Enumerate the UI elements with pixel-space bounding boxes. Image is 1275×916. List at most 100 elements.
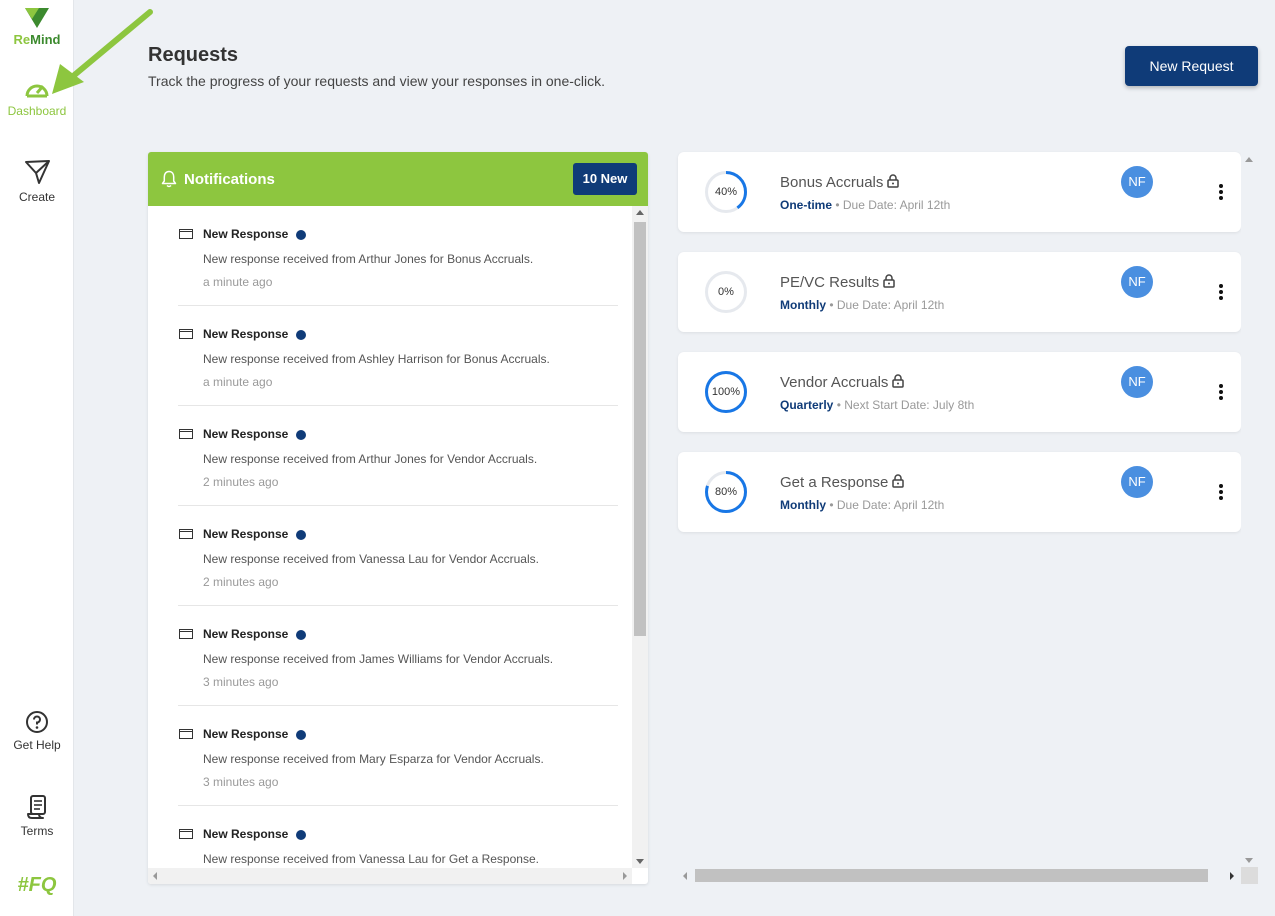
unread-dot [296, 230, 306, 240]
notification-item[interactable]: New Response New response received from … [178, 206, 618, 306]
new-count-badge[interactable]: 10 New [573, 163, 637, 195]
bell-icon [161, 170, 177, 188]
question-circle-icon [26, 711, 48, 733]
annotation-arrow-icon [52, 9, 153, 94]
request-frequency: Quarterly [780, 398, 834, 412]
notifications-header: Notifications 10 New [148, 152, 648, 206]
unread-dot [296, 330, 306, 340]
progress-percent: 40% [714, 186, 738, 198]
more-options-icon[interactable] [1215, 284, 1227, 300]
envelope-icon [179, 729, 193, 739]
more-options-icon[interactable] [1215, 184, 1227, 200]
lock-icon [892, 374, 905, 388]
progress-percent: 80% [714, 486, 738, 498]
page-title: Requests [148, 44, 239, 66]
unread-dot [296, 730, 306, 740]
page-subtitle: Track the progress of your requests and … [148, 73, 606, 89]
scroll-right-icon[interactable] [1230, 872, 1234, 880]
scroll-left-icon[interactable] [683, 872, 687, 880]
notification-item[interactable]: New Response New response received from … [178, 506, 618, 606]
scroll-down-icon[interactable] [1245, 858, 1253, 863]
avatar[interactable]: NF [1121, 266, 1153, 298]
sidebar: ReMind Dashboard Create Get Help Terms #… [0, 0, 74, 916]
notification-item[interactable]: New Response New response received from … [178, 806, 618, 868]
notification-message: New response received from Vanessa Lau f… [203, 852, 539, 866]
request-frequency: Monthly [780, 298, 826, 312]
notification-message: New response received from Arthur Jones … [203, 252, 534, 266]
request-date: Due Date: April 12th [842, 198, 951, 212]
paper-plane-icon [25, 160, 50, 184]
request-meta: Monthly • Due Date: April 12th [780, 298, 945, 312]
request-card[interactable]: 80% Get a Response Monthly • Due Date: A… [678, 452, 1241, 532]
request-meta: Quarterly • Next Start Date: July 8th [780, 398, 975, 412]
envelope-icon [179, 429, 193, 439]
envelope-icon [179, 229, 193, 239]
scroll-up-icon[interactable] [1245, 157, 1253, 162]
avatar[interactable]: NF [1121, 466, 1153, 498]
request-date: Next Start Date: July 8th [844, 398, 975, 412]
notification-item[interactable]: New Response New response received from … [178, 606, 618, 706]
envelope-icon [179, 829, 193, 839]
request-date: Due Date: April 12th [836, 298, 945, 312]
sidebar-item-terms[interactable]: Terms [0, 794, 74, 838]
scrollbar-thumb[interactable] [695, 869, 1208, 882]
scroll-up-icon[interactable] [636, 210, 644, 215]
avatar[interactable]: NF [1121, 366, 1153, 398]
notification-title: New Response [203, 427, 289, 441]
fq-logo: #FQ [17, 874, 57, 896]
sidebar-item-label: Get Help [13, 738, 61, 752]
progress-percent: 0% [718, 286, 734, 298]
notifications-title: Notifications [184, 171, 275, 188]
request-meta: One-time • Due Date: April 12th [780, 198, 951, 212]
lock-icon [887, 174, 900, 188]
more-options-icon[interactable] [1215, 484, 1227, 500]
notification-time: 3 minutes ago [203, 675, 279, 689]
request-title[interactable]: Bonus Accruals [780, 174, 900, 191]
notification-item[interactable]: New Response New response received from … [178, 406, 618, 506]
request-card[interactable]: 100% Vendor Accruals Quarterly • Next St… [678, 352, 1241, 432]
new-request-button[interactable]: New Request [1125, 46, 1258, 86]
notification-title: New Response [203, 827, 289, 841]
request-title[interactable]: PE/VC Results [780, 274, 895, 291]
lock-icon [892, 474, 905, 488]
unread-dot [296, 430, 306, 440]
notifications-list: New Response New response received from … [148, 206, 632, 868]
notification-item[interactable]: New Response New response received from … [178, 306, 618, 406]
requests-vertical-scrollbar[interactable] [1241, 152, 1258, 868]
sidebar-item-label: Terms [20, 824, 54, 838]
scroll-icon [27, 795, 46, 819]
sidebar-item-label: Create [18, 190, 56, 204]
notification-message: New response received from Arthur Jones … [203, 452, 538, 466]
request-title[interactable]: Vendor Accruals [780, 374, 905, 391]
notifications-horizontal-scrollbar[interactable] [148, 868, 632, 884]
notification-item[interactable]: New Response New response received from … [178, 706, 618, 806]
sidebar-item-label: Dashboard [7, 104, 67, 118]
sidebar-item-get-help[interactable]: Get Help [0, 710, 74, 752]
notification-time: 2 minutes ago [203, 475, 279, 489]
scrollbar-thumb[interactable] [634, 222, 646, 636]
request-card[interactable]: 0% PE/VC Results Monthly • Due Date: Apr… [678, 252, 1241, 332]
scrollbar-corner [1241, 867, 1258, 884]
more-options-icon[interactable] [1215, 384, 1227, 400]
scroll-left-icon[interactable] [153, 872, 157, 880]
notification-message: New response received from Ashley Harris… [203, 352, 550, 366]
avatar[interactable]: NF [1121, 166, 1153, 198]
notifications-vertical-scrollbar[interactable] [632, 206, 648, 868]
notification-message: New response received from Mary Esparza … [203, 752, 544, 766]
notification-title: New Response [203, 527, 289, 541]
requests-horizontal-scrollbar[interactable] [678, 867, 1241, 884]
scroll-down-icon[interactable] [636, 859, 644, 864]
request-date: Due Date: April 12th [836, 498, 945, 512]
request-card[interactable]: 40% Bonus Accruals One-time • Due Date: … [678, 152, 1241, 232]
scroll-right-icon[interactable] [623, 872, 627, 880]
envelope-icon [179, 629, 193, 639]
notifications-panel: Notifications 10 New New Response New re… [148, 152, 648, 884]
request-title[interactable]: Get a Response [780, 474, 905, 491]
notification-time: 3 minutes ago [203, 775, 279, 789]
notification-message: New response received from Vanessa Lau f… [203, 552, 539, 566]
lock-icon [883, 274, 895, 288]
notification-time: a minute ago [203, 275, 273, 289]
notification-message: New response received from James William… [203, 652, 554, 666]
request-frequency: One-time [780, 198, 833, 212]
sidebar-item-create[interactable]: Create [0, 158, 74, 204]
